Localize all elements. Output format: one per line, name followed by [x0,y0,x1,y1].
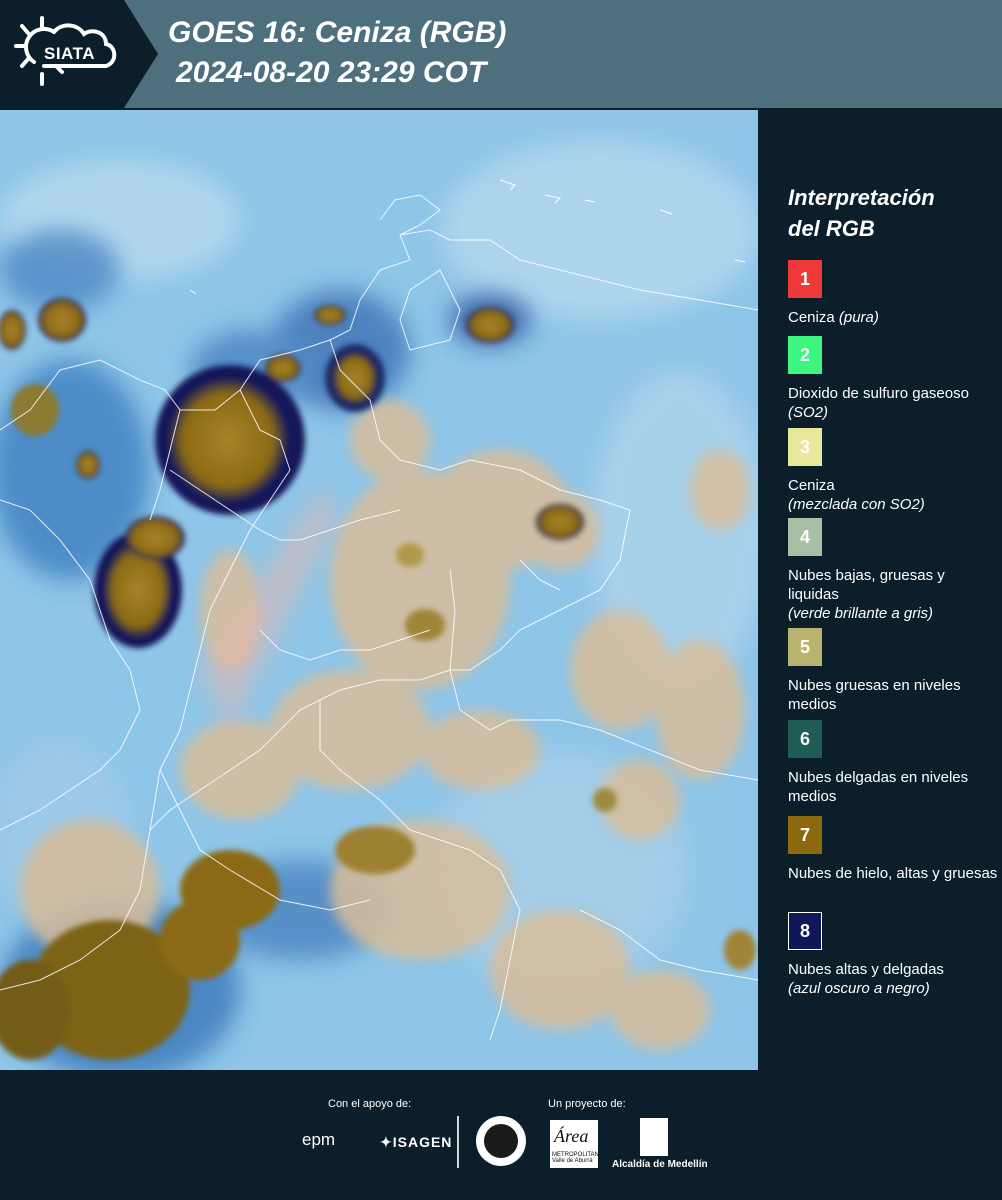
isagen-logo-text: ISAGEN [392,1134,453,1150]
page-title: GOES 16: Ceniza (RGB) [168,16,507,49]
legend-title-line2: del RGB [788,216,875,241]
header: SIATA GOES 16: Ceniza (RGB) 2024-08-20 2… [0,0,1002,108]
epm-logo: epm [302,1130,336,1149]
legend-swatch-6: 6 [788,720,822,758]
siata-logo-text: SIATA [44,44,95,63]
legend-text-8: Nubes altas y delgadas (azul oscuro a neg… [788,961,944,997]
legend-swatch-4: 4 [788,518,822,556]
isagen-icon: ✦ [380,1134,393,1150]
legend-swatch-5: 5 [788,628,822,666]
legend-item-3: 3 Ceniza (mezclada con SO2) [788,428,998,514]
legend-item-1: 1 Ceniza (pura) [788,260,998,327]
legend-swatch-7: 7 [788,816,822,854]
area-metropolitana-logo: Área METROPOLITANA Valle de Aburrá [550,1120,603,1168]
legend-text-4: Nubes bajas, gruesas y liquidas (verde br… [788,567,945,622]
legend-swatch-1: 1 [788,260,822,298]
legend-title: Interpretación del RGB [788,182,935,244]
siata-logo: SIATA [0,0,158,108]
legend-text-7: Nubes de hielo, altas y gruesas [788,865,998,882]
seal-logo [476,1116,526,1166]
legend-item-7: 7 Nubes de hielo, altas y gruesas [788,816,998,883]
legend-swatch-2: 2 [788,336,822,374]
legend-item-6: 6 Nubes delgadas en niveles medios [788,720,998,806]
support-label: Con el apoyo de: [328,1098,412,1110]
legend-item-8: 8 Nubes altas y delgadas (azul oscuro a n… [788,912,998,998]
legend-swatch-8: 8 [788,912,822,950]
legend-item-2: 2 Dioxido de sulfuro gaseoso (SO2) [788,336,998,422]
legend-text-3: Ceniza (mezclada con SO2) [788,477,925,513]
legend-item-5: 5 Nubes gruesas en niveles medios [788,628,998,714]
satellite-map [0,110,758,1070]
legend-title-line1: Interpretación [788,185,935,210]
legend-text-5: Nubes gruesas en niveles medios [788,677,961,713]
legend-text-6: Nubes delgadas en niveles medios [788,769,969,805]
legend-item-4: 4 Nubes bajas, gruesas y liquidas (verde … [788,518,998,623]
area-logo-subtitle: METROPOLITANA Valle de Aburrá [552,1152,603,1164]
isagen-logo: ✦ISAGEN [380,1134,452,1151]
legend-swatch-3: 3 [788,428,822,466]
legend-text-1: Ceniza (pura) [788,309,879,326]
footer-divider [457,1116,459,1168]
legend-panel: Interpretación del RGB 1 Ceniza (pura) 2… [760,110,1002,1070]
seal-logo-inner [484,1124,518,1158]
page-subtitle: 2024-08-20 23:29 COT [176,56,487,89]
footer: Con el apoyo de: Un proyecto de: epm ✦IS… [0,1070,1002,1200]
medellin-shield-icon [640,1118,668,1156]
legend-text-2: Dioxido de sulfuro gaseoso (SO2) [788,385,969,421]
project-label: Un proyecto de: [548,1098,626,1110]
area-logo-title: Área [554,1126,589,1146]
satellite-map-image [0,110,758,1070]
medellin-logo-label: Alcaldía de Medellín [612,1159,708,1170]
